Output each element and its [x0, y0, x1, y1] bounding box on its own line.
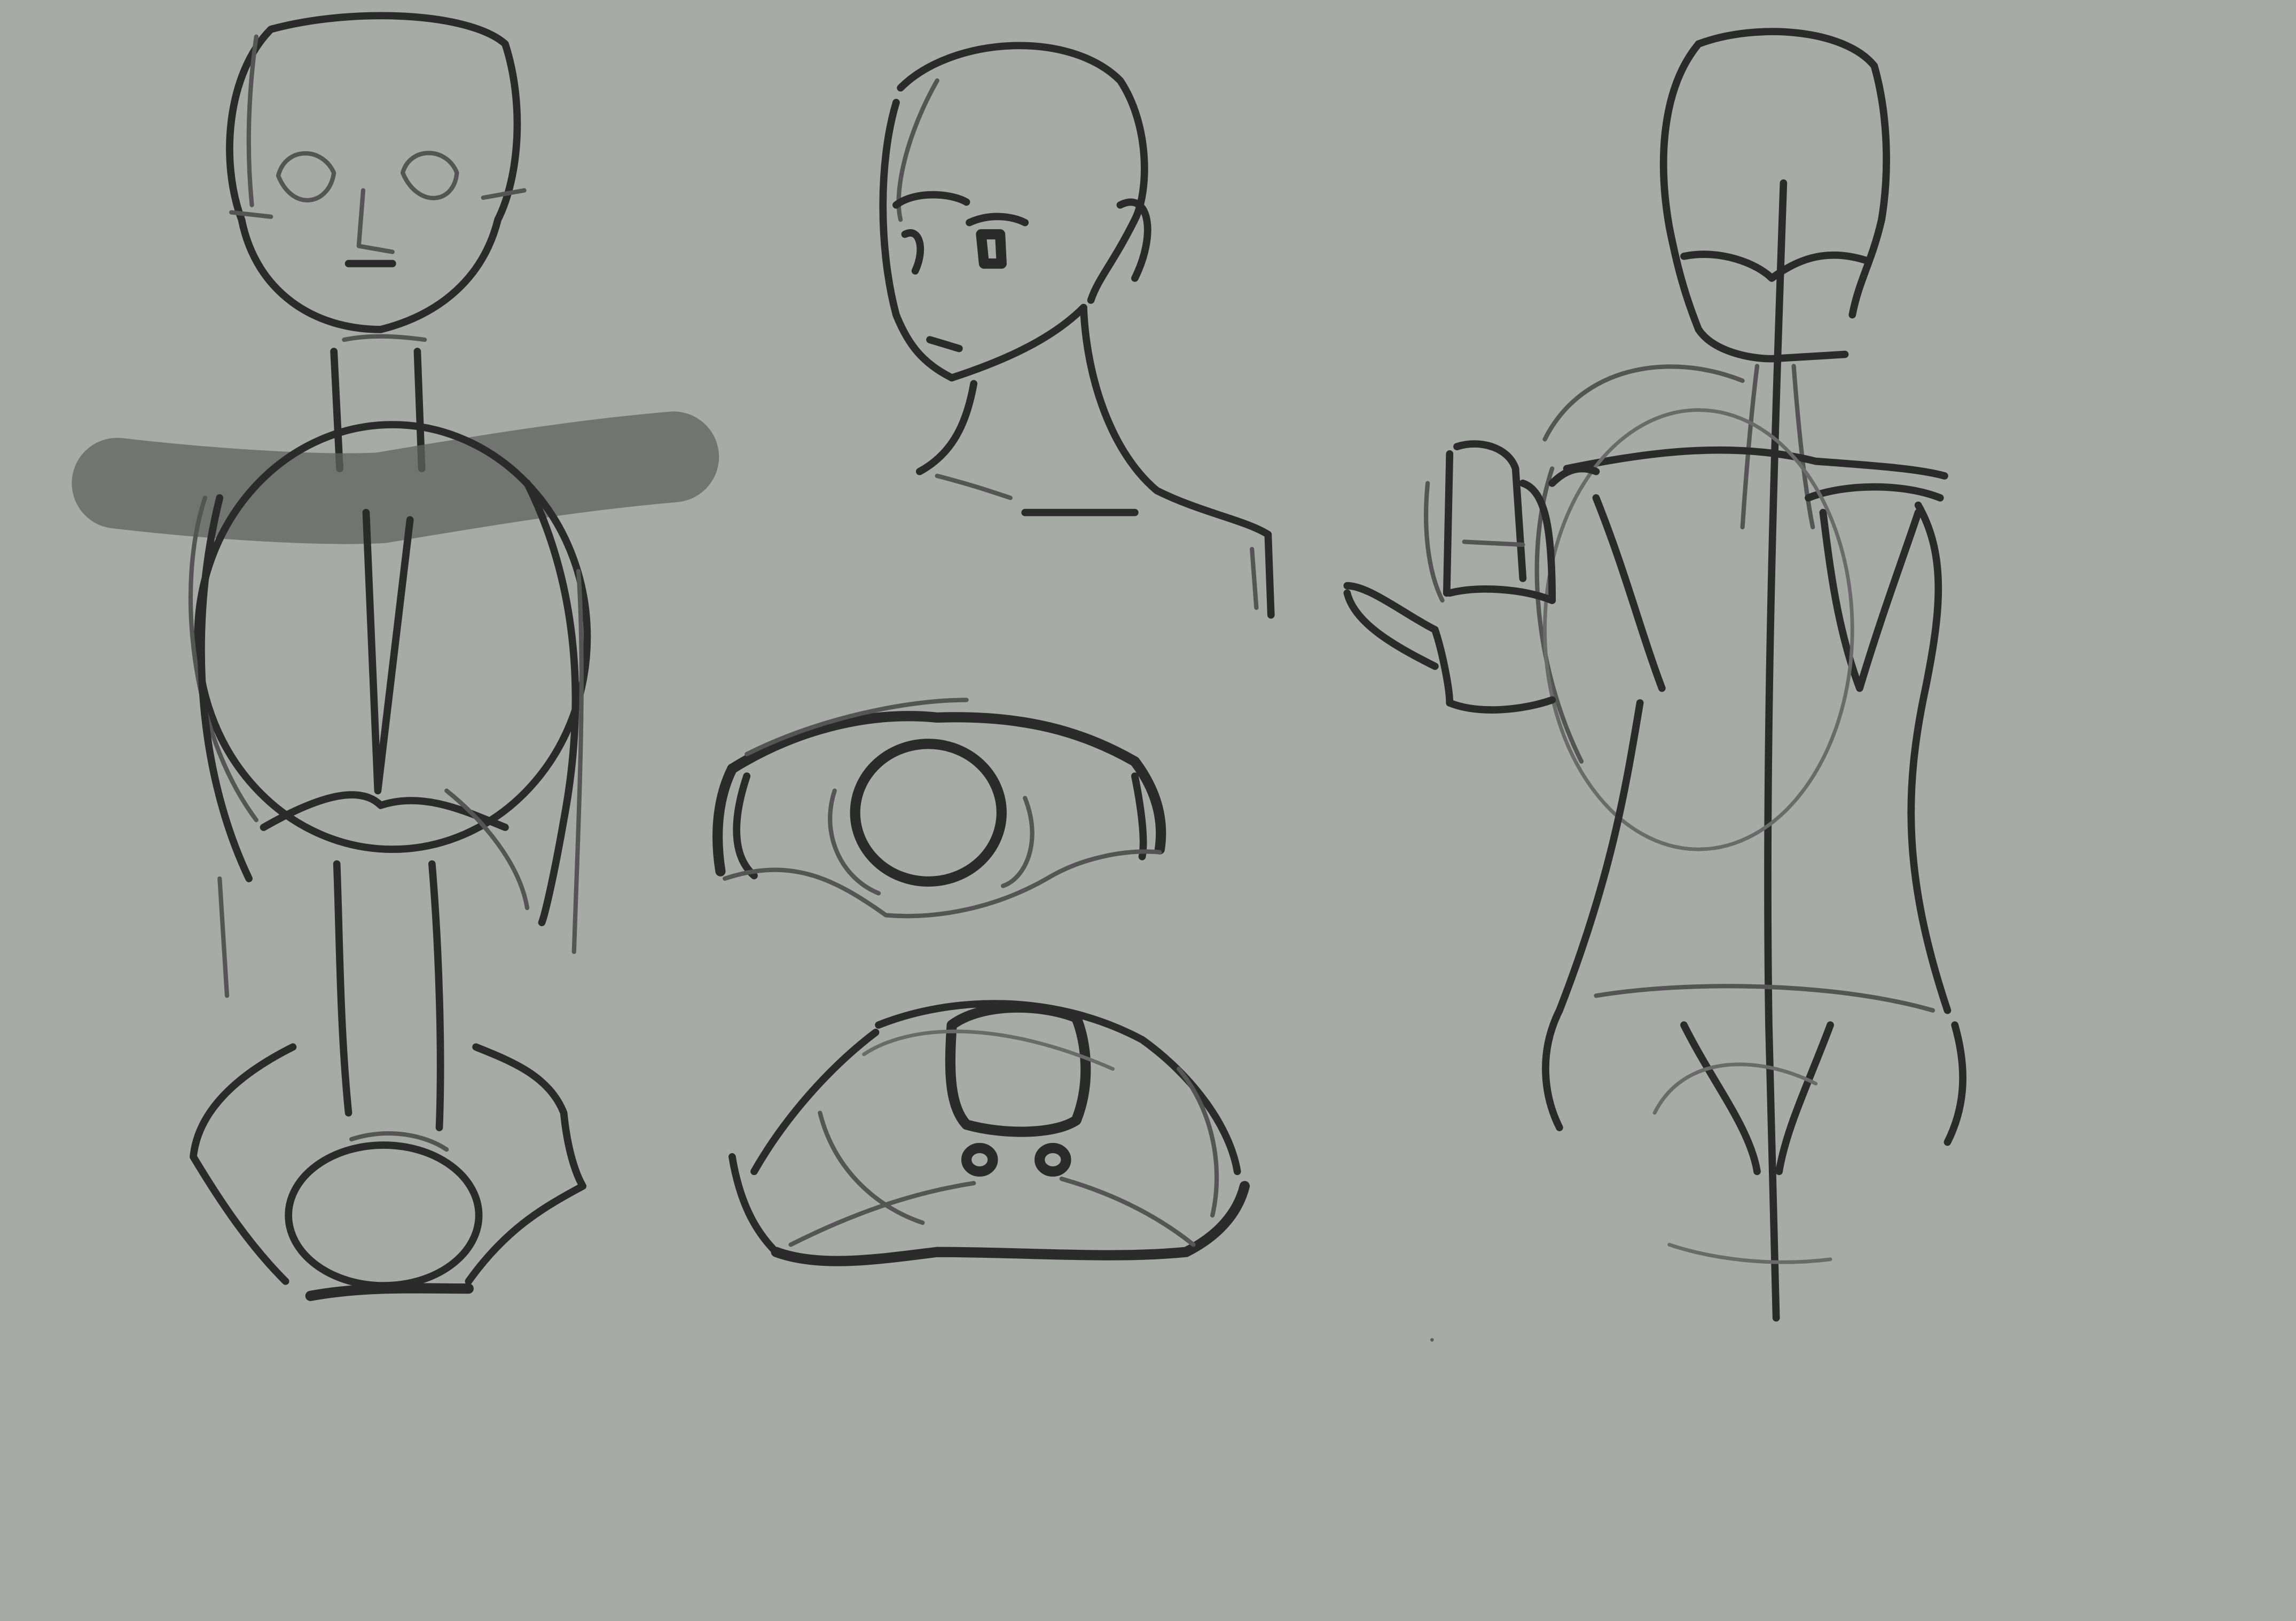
front-torso-figure — [72, 12, 719, 1301]
three-quarter-head — [879, 42, 1275, 619]
pelvis-top-section — [728, 1000, 1250, 1266]
drawing-canvas[interactable] — [0, 0, 2296, 1621]
top-ribcage-section — [712, 698, 1166, 919]
sketch-svg — [72, 12, 1966, 1342]
stray-dot — [1430, 1338, 1434, 1342]
clavicle-smudge — [72, 411, 719, 544]
back-view-figure — [1343, 28, 1966, 1322]
